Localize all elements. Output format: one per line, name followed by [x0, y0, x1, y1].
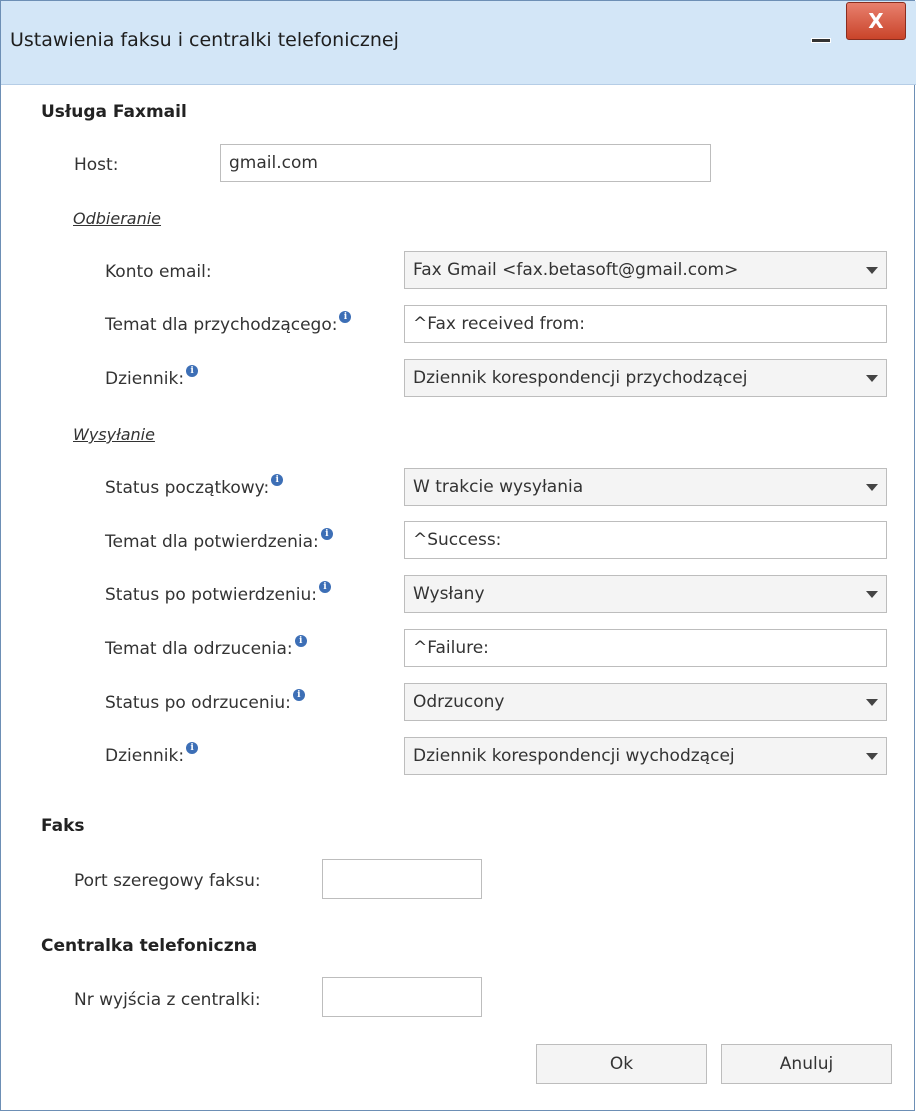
- pbx-exit-label: Nr wyjścia z centralki:: [74, 990, 261, 1010]
- section-faxmail-title: Usługa Faxmail: [41, 102, 187, 122]
- status-after-confirm-label: Status po potwierdzeniu: i: [105, 581, 331, 605]
- incoming-subject-label-text: Temat dla przychodzącego:: [105, 315, 338, 335]
- reject-subject-label-text: Temat dla odrzucenia:: [105, 639, 293, 659]
- outgoing-journal-label-text: Dziennik:: [105, 746, 185, 766]
- confirm-subject-input[interactable]: ^Success:: [404, 521, 887, 559]
- info-icon[interactable]: i: [318, 581, 331, 593]
- info-icon[interactable]: i: [294, 635, 307, 647]
- pbx-exit-input[interactable]: [322, 977, 482, 1017]
- reject-subject-input[interactable]: ^Failure:: [404, 629, 887, 667]
- section-fax-title: Faks: [41, 816, 85, 836]
- chevron-down-icon: [866, 753, 878, 760]
- settings-dialog: Ustawienia faksu i centralki telefoniczn…: [0, 0, 916, 1111]
- info-icon[interactable]: i: [320, 528, 333, 540]
- outgoing-journal-label: Dziennik: i: [105, 742, 199, 766]
- serial-port-label: Port szeregowy faksu:: [74, 871, 261, 891]
- ok-button[interactable]: Ok: [536, 1044, 707, 1084]
- email-account-value: Fax Gmail <fax.betasoft@gmail.com>: [413, 260, 739, 280]
- host-label: Host:: [74, 155, 119, 175]
- confirm-subject-label-text: Temat dla potwierdzenia:: [105, 532, 319, 552]
- minimize-icon[interactable]: [811, 29, 831, 43]
- info-icon[interactable]: i: [186, 742, 199, 754]
- serial-port-input[interactable]: [322, 859, 482, 899]
- cancel-button[interactable]: Anuluj: [721, 1044, 892, 1084]
- incoming-subject-input[interactable]: ^Fax received from:: [404, 305, 887, 343]
- incoming-journal-label: Dziennik: i: [105, 365, 199, 389]
- email-account-select[interactable]: Fax Gmail <fax.betasoft@gmail.com>: [404, 251, 887, 289]
- status-after-reject-label-text: Status po odrzuceniu:: [105, 693, 291, 713]
- chevron-down-icon: [866, 267, 878, 274]
- status-after-confirm-select[interactable]: Wysłany: [404, 575, 887, 613]
- status-after-reject-value: Odrzucony: [413, 692, 505, 712]
- section-pbx-title: Centralka telefoniczna: [41, 936, 258, 956]
- status-after-confirm-value: Wysłany: [413, 584, 485, 604]
- info-icon[interactable]: i: [271, 474, 284, 486]
- status-after-reject-select[interactable]: Odrzucony: [404, 683, 887, 721]
- info-icon[interactable]: i: [186, 365, 199, 377]
- initial-status-label-text: Status początkowy:: [105, 478, 270, 498]
- subsection-receiving-title: Odbieranie: [73, 209, 162, 228]
- initial-status-label: Status początkowy: i: [105, 474, 284, 498]
- chevron-down-icon: [866, 375, 878, 382]
- status-after-confirm-label-text: Status po potwierdzeniu:: [105, 585, 317, 605]
- chevron-down-icon: [866, 699, 878, 706]
- dialog-title: Ustawienia faksu i centralki telefoniczn…: [10, 29, 399, 51]
- incoming-journal-select[interactable]: Dziennik korespondencji przychodzącej: [404, 359, 887, 397]
- chevron-down-icon: [866, 484, 878, 491]
- email-account-label: Konto email:: [105, 262, 212, 282]
- status-after-reject-label: Status po odrzuceniu: i: [105, 689, 305, 713]
- incoming-subject-label: Temat dla przychodzącego: i: [105, 311, 352, 335]
- outgoing-journal-select[interactable]: Dziennik korespondencji wychodzącej: [404, 737, 887, 775]
- initial-status-select[interactable]: W trakcie wysyłania: [404, 468, 887, 506]
- incoming-journal-value: Dziennik korespondencji przychodzącej: [413, 368, 748, 388]
- confirm-subject-label: Temat dla potwierdzenia: i: [105, 528, 333, 552]
- info-icon[interactable]: i: [292, 689, 305, 701]
- close-button[interactable]: X: [846, 2, 906, 40]
- subsection-sending-title: Wysyłanie: [73, 425, 155, 444]
- initial-status-value: W trakcie wysyłania: [413, 477, 584, 497]
- incoming-journal-label-text: Dziennik:: [105, 369, 185, 389]
- title-bar[interactable]: Ustawienia faksu i centralki telefoniczn…: [1, 1, 916, 85]
- chevron-down-icon: [866, 591, 878, 598]
- reject-subject-label: Temat dla odrzucenia: i: [105, 635, 307, 659]
- info-icon[interactable]: i: [339, 311, 352, 323]
- host-input[interactable]: gmail.com: [220, 144, 711, 182]
- outgoing-journal-value: Dziennik korespondencji wychodzącej: [413, 746, 735, 766]
